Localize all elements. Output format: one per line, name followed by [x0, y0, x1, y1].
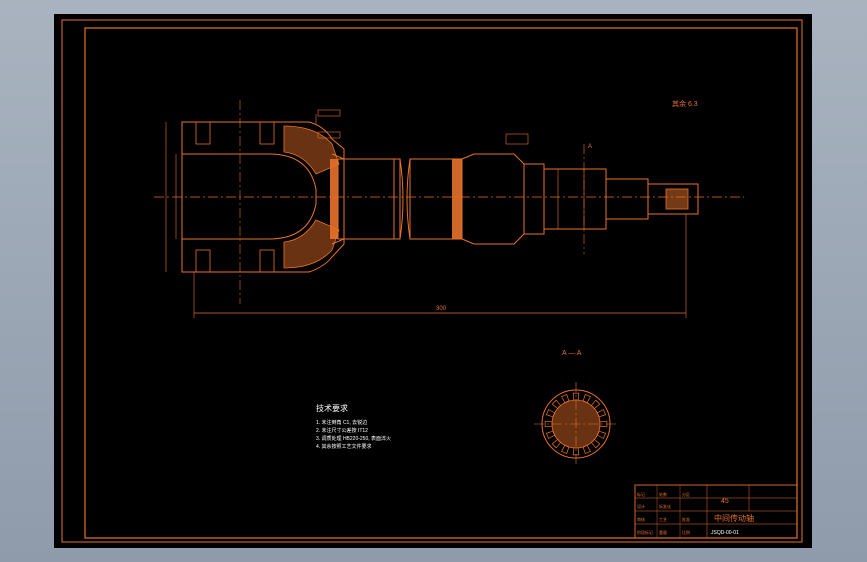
spline-tooth	[599, 420, 608, 428]
tb-cell-mark: 标记	[637, 491, 645, 497]
roughness-note: 其余 6.3	[672, 99, 698, 108]
shaft-step-3	[605, 178, 649, 220]
spline-tooth	[561, 444, 570, 455]
drawing-sheet: 300 A 其余 6.3 A — A 技术要求 1. 未注倒角 C1, 去锐边 …	[54, 14, 812, 548]
tb-cell-approve: 批准	[682, 516, 690, 522]
weld-band-1	[330, 159, 338, 239]
tech-req-item-4: 4. 其余按照工艺文件要求	[316, 443, 372, 450]
tb-cell-zone: 分区	[682, 491, 690, 497]
spline-tooth	[572, 447, 580, 456]
yoke-inner	[182, 153, 317, 240]
shaft-step-1	[523, 163, 545, 235]
tolerance-frame-3	[505, 133, 529, 145]
bolt-hole-top-right	[259, 121, 275, 145]
spline-band	[452, 159, 462, 239]
tb-cell-stage: 阶段标记	[637, 529, 653, 535]
shaft-collar	[461, 153, 525, 245]
title-block: 标记 处数 分区 设计 标准化 审核 工艺 批准 阶段标记 重量 比例 45 中…	[634, 484, 798, 539]
drawing-code: JSQD-00-01	[711, 530, 739, 536]
bolt-hole-bottom-right	[259, 249, 275, 273]
spline-tooth	[545, 430, 556, 439]
tolerance-frame-1	[317, 109, 341, 117]
spline-tooth	[582, 444, 591, 455]
shaft-step-2	[543, 168, 607, 230]
spline-tooth	[596, 430, 607, 439]
tb-cell-count: 处数	[659, 491, 667, 497]
tech-req-item-3: 3. 调质处理 HB220-250, 表面淬火	[316, 435, 391, 442]
cad-viewport[interactable]: 300 A 其余 6.3 A — A 技术要求 1. 未注倒角 C1, 去锐边 …	[0, 0, 867, 562]
tb-cell-process: 工艺	[659, 517, 667, 522]
tb-cell-weight: 重量	[659, 529, 667, 535]
overall-length-label: 300	[436, 306, 447, 312]
tech-req-item-2: 2. 未注尺寸公差按 IT12	[316, 427, 368, 434]
section-marker-top: A	[588, 144, 592, 150]
outer-border	[61, 19, 803, 543]
tb-cell-review: 审核	[637, 516, 645, 522]
tech-req-item-1: 1. 未注倒角 C1, 去锐边	[316, 419, 367, 426]
tb-cell-scale: 比例	[682, 529, 690, 535]
tech-requirements: 技术要求 1. 未注倒角 C1, 去锐边 2. 未注尺寸公差按 IT12 3. …	[316, 403, 391, 450]
section-label: A — A	[562, 350, 582, 357]
section-view: A — A	[534, 350, 618, 466]
keyway-hatch	[665, 188, 689, 210]
shaft-neck	[331, 153, 395, 245]
shaft-segment-1	[337, 158, 401, 240]
tb-cell-standard: 标准化	[659, 503, 671, 509]
part-name: 中间传动轴	[714, 513, 754, 523]
material-label: 45	[721, 498, 729, 505]
tech-requirements-title: 技术要求	[316, 403, 348, 413]
shaft-main-view: 300 A	[154, 100, 744, 318]
tb-cell-design: 设计	[637, 503, 645, 509]
bolt-hole-bottom-left	[195, 249, 211, 273]
bolt-hole-top-left	[195, 121, 211, 145]
spline-tooth	[545, 409, 556, 418]
spline-tooth	[561, 393, 570, 404]
drawing-canvas: 300 A 其余 6.3 A — A 技术要求 1. 未注倒角 C1, 去锐边 …	[61, 19, 803, 543]
spline-tooth	[582, 393, 591, 404]
spline-tooth	[596, 409, 607, 418]
